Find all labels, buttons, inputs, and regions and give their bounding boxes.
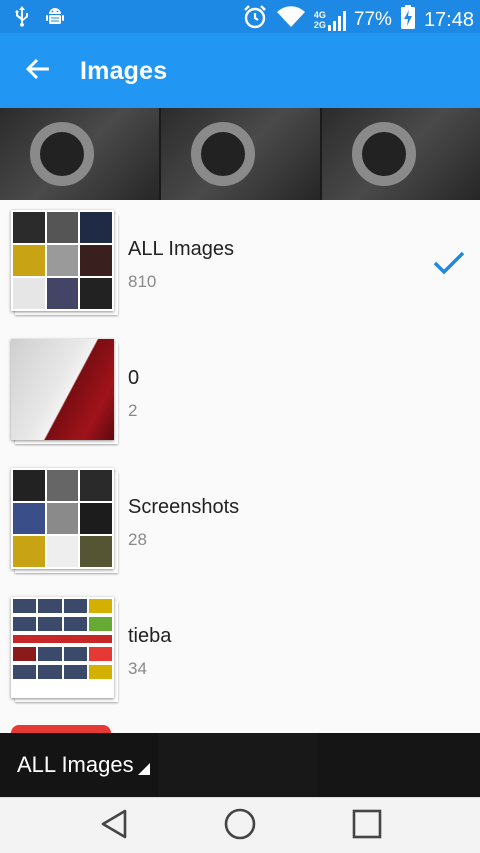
folder-count: 2 [128, 401, 138, 420]
alarm-icon [242, 4, 268, 36]
back-triangle-icon [99, 808, 129, 845]
folder-list: ALL Images 810 0 2 Screenshots 28 tieba … [0, 200, 480, 733]
app-bar: Images [0, 33, 480, 108]
folder-thumbnail [11, 339, 118, 444]
folder-count: 810 [128, 272, 157, 291]
folder-thumbnail [11, 210, 118, 315]
dropdown-corner-icon [137, 763, 150, 775]
folder-item-tieba[interactable]: tieba 34 [0, 587, 480, 716]
folder-thumbnail [11, 597, 118, 702]
page-title: Images [80, 57, 168, 85]
folder-item-0[interactable]: 0 2 [0, 329, 480, 458]
recents-square-icon [351, 808, 383, 845]
back-button[interactable] [18, 51, 58, 91]
folder-count: 28 [128, 530, 147, 549]
clock-time: 17:48 [423, 8, 474, 31]
android-debug-icon [44, 5, 66, 32]
usb-icon [14, 5, 30, 32]
check-icon [432, 248, 466, 278]
home-circle-icon [223, 807, 257, 846]
folder-name: Screenshots [128, 496, 240, 518]
battery-percent: 77% [353, 9, 392, 30]
photo-thumbnail [0, 108, 159, 200]
battery-charging-icon [400, 4, 416, 36]
folder-name: tieba [128, 625, 172, 647]
photo-thumbnail [322, 108, 480, 200]
wifi-icon [276, 5, 306, 35]
photo-grid-background [0, 108, 480, 200]
nav-recents-button[interactable] [345, 806, 389, 846]
arrow-back-icon [25, 57, 51, 86]
folder-item-screenshots[interactable]: Screenshots 28 [0, 458, 480, 587]
status-bar: 4G 2G 77% 17:48 [0, 0, 480, 33]
network-type-bottom: 2G [313, 20, 326, 30]
folder-name: 0 [128, 367, 140, 389]
folder-count: 34 [128, 659, 147, 678]
network-type-top: 4G [313, 10, 326, 20]
album-selector-bar: ALL Images [0, 733, 480, 797]
folder-item-all-images[interactable]: ALL Images 810 [0, 200, 480, 329]
album-selector-dropdown[interactable]: ALL Images [17, 752, 150, 778]
folder-name: ALL Images [128, 238, 234, 260]
folder-thumbnail [11, 468, 118, 573]
nav-home-button[interactable] [218, 806, 262, 846]
signal-icon: 4G 2G [314, 9, 346, 31]
album-selector-label: ALL Images [17, 752, 134, 777]
folder-thumbnail-partial [11, 725, 111, 733]
photo-thumbnail [161, 108, 320, 200]
nav-back-button[interactable] [92, 806, 136, 846]
system-navigation-bar [0, 797, 480, 853]
